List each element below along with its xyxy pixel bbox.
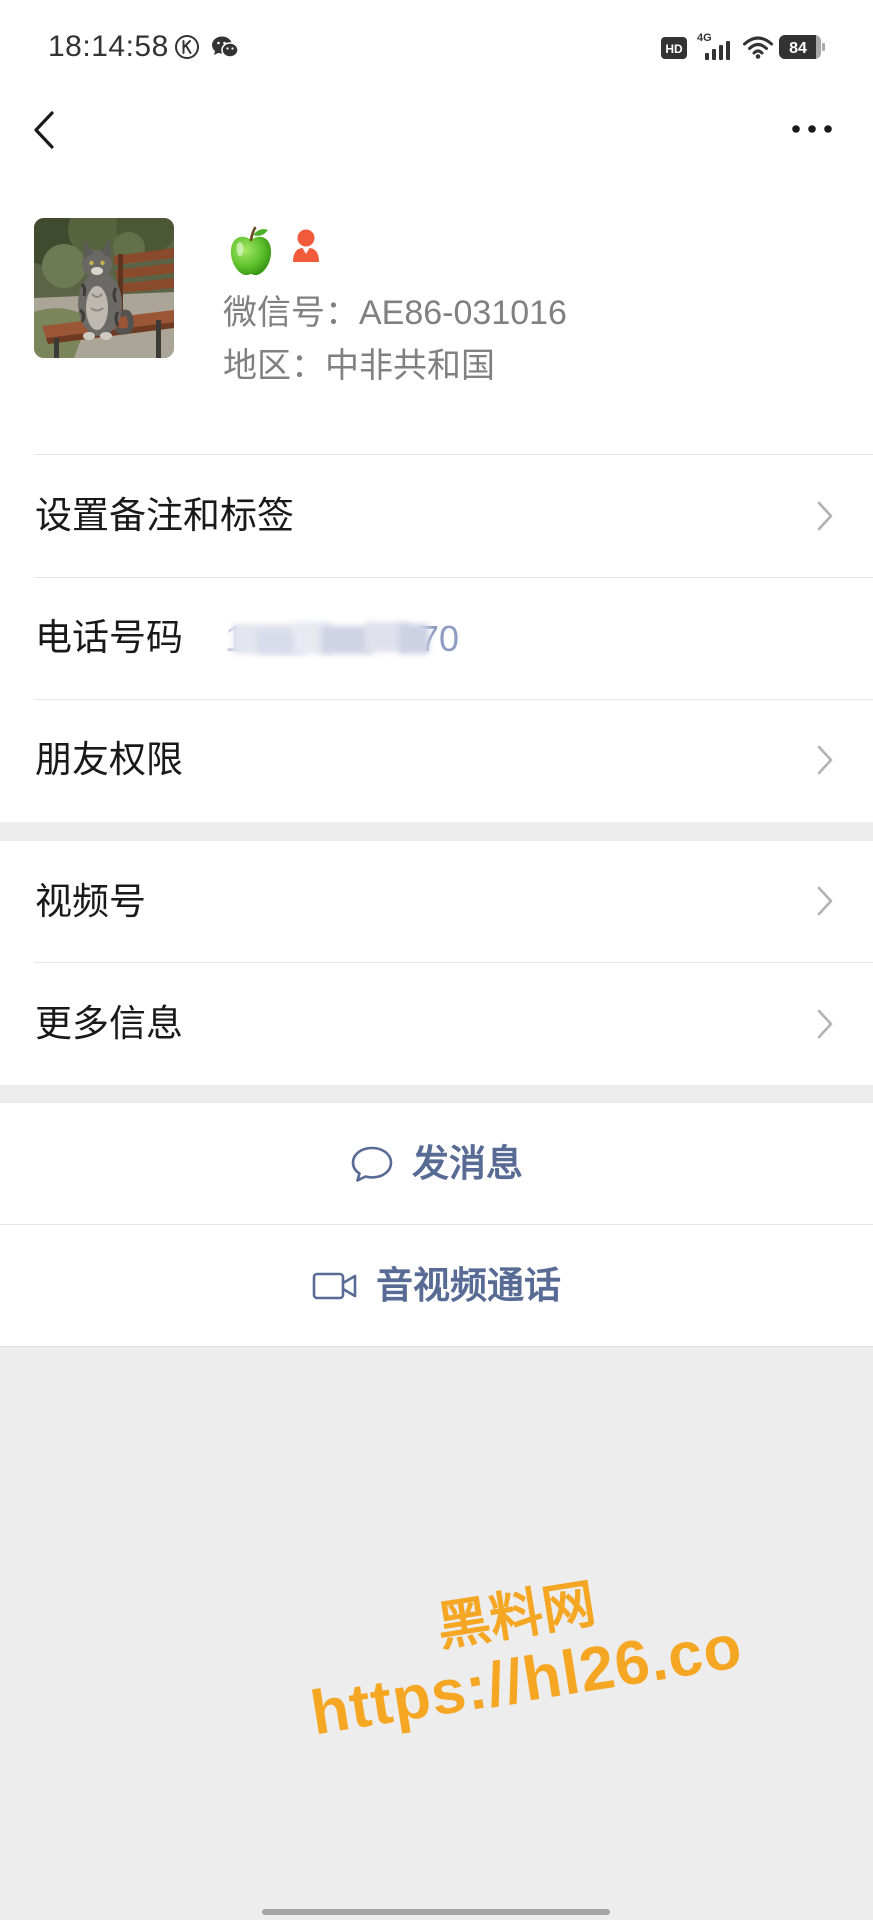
chat-bubble-icon	[351, 1146, 393, 1182]
region-value: 中非共和国	[325, 347, 495, 385]
wechat-id-label: 微信号：	[223, 294, 359, 332]
network-type-label: 4G	[697, 32, 712, 44]
phone-number-masked: 1 70	[223, 616, 465, 662]
row-label: 视频号	[35, 881, 146, 922]
battery-icon: 84	[779, 35, 825, 59]
actions-section: 发消息 音视频通话	[0, 1103, 873, 1347]
row-label: 设置备注和标签	[35, 495, 294, 536]
green-apple-icon	[230, 226, 272, 276]
video-call-button[interactable]: 音视频通话	[0, 1225, 873, 1346]
row-label: 朋友权限	[35, 739, 183, 780]
chevron-right-icon	[817, 501, 833, 531]
video-call-label: 音视频通话	[376, 1264, 561, 1306]
wechat-id: 微信号：AE86-031016	[223, 292, 567, 334]
back-button[interactable]	[28, 110, 60, 150]
row-label: 更多信息	[35, 1003, 183, 1044]
chevron-left-icon	[34, 111, 54, 149]
avatar-photo	[34, 218, 174, 358]
k-circle-icon	[175, 35, 199, 59]
profile-header: 18:14:58 HD 4G 84 微信号：AE86-031016 地区：中非共…	[0, 0, 873, 455]
wifi-icon	[743, 36, 773, 59]
row-phone-number[interactable]: 电话号码 1 70	[0, 577, 873, 699]
home-indicator[interactable]	[262, 1909, 610, 1915]
hd-label: HD	[665, 42, 683, 56]
chevron-right-icon	[817, 745, 833, 775]
video-camera-icon	[312, 1272, 357, 1299]
region-label: 地区：	[223, 347, 325, 385]
status-time: 18:14:58	[48, 30, 169, 63]
chevron-right-icon	[817, 886, 833, 916]
more-section: 视频号 更多信息	[0, 841, 873, 1085]
send-message-button[interactable]: 发消息	[0, 1103, 873, 1224]
hd-icon: HD	[661, 37, 687, 59]
avatar[interactable]	[34, 218, 174, 358]
row-more-info[interactable]: 更多信息	[0, 962, 873, 1085]
contact-profile-screen: 18:14:58 HD 4G 84 微信号：AE86-031016 地区：中非共…	[0, 0, 873, 1920]
settings-section: 设置备注和标签 电话号码 1 70 朋友权限	[0, 455, 873, 822]
send-message-label: 发消息	[412, 1142, 523, 1184]
chevron-right-icon	[817, 1009, 833, 1039]
row-friend-permissions[interactable]: 朋友权限	[0, 699, 873, 822]
divider	[0, 1346, 873, 1347]
more-button[interactable]	[790, 120, 836, 138]
watermark: 黑料网 https://hl26.co	[275, 1550, 769, 1753]
region: 地区：中非共和国	[223, 345, 495, 387]
row-remark-and-tags[interactable]: 设置备注和标签	[0, 455, 873, 577]
row-channels[interactable]: 视频号	[0, 841, 873, 962]
wechat-icon	[212, 36, 239, 58]
cellular-signal-icon: 4G	[697, 32, 730, 60]
more-dots-icon	[792, 125, 832, 133]
row-label: 电话号码	[35, 617, 183, 658]
person-icon	[293, 229, 319, 262]
wechat-id-value: AE86-031016	[359, 294, 567, 332]
battery-level: 84	[789, 40, 807, 57]
